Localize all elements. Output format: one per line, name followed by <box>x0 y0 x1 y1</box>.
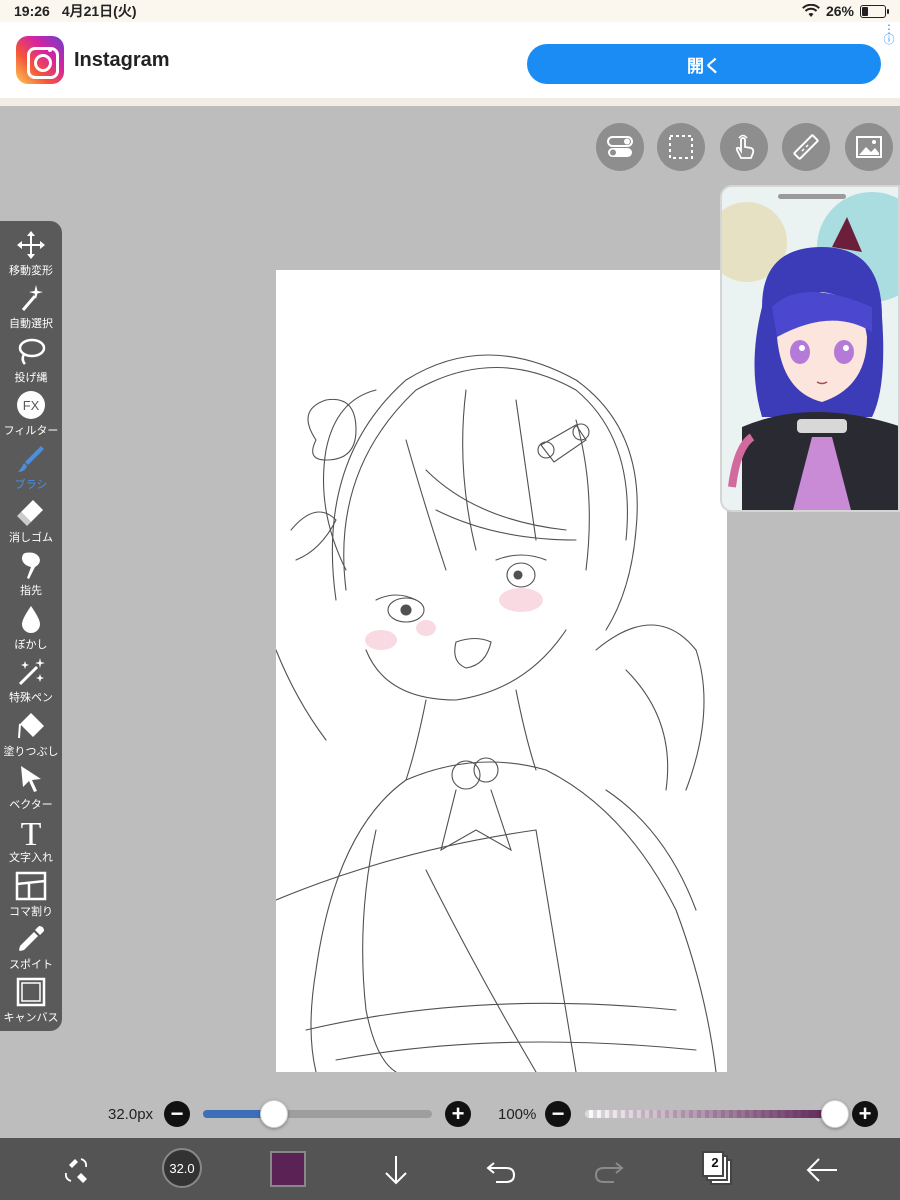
undo-icon <box>486 1162 516 1183</box>
instagram-logo-icon <box>16 36 64 84</box>
ad-banner[interactable]: Instagram 開く ⋮ ⓘ <box>0 22 900 106</box>
svg-text:FX: FX <box>23 398 40 413</box>
redo-icon <box>594 1162 624 1183</box>
selection-button[interactable] <box>657 123 705 171</box>
tool-label: ブラシ <box>14 478 48 491</box>
tool-label: ベクター <box>9 798 53 811</box>
arrow-down-icon <box>385 1156 407 1185</box>
sketch-artwork <box>276 354 717 1072</box>
reference-window[interactable] <box>720 185 900 512</box>
tool-auto-select[interactable]: 自動選択 <box>0 282 62 335</box>
tool-lasso[interactable]: 投げ縄 <box>0 336 62 389</box>
tool-filter[interactable]: FX フィルター <box>0 389 62 442</box>
tool-vector[interactable]: ベクター <box>0 763 62 816</box>
reference-character-image <box>722 187 898 510</box>
smudge-icon <box>22 552 40 580</box>
toggle-icon <box>607 136 633 157</box>
layer-count-label: 2 <box>711 1155 719 1170</box>
layers-button[interactable]: 2 <box>702 1151 732 1185</box>
magic-wand-icon <box>21 285 43 312</box>
tool-label: フィルター <box>3 425 59 438</box>
canvas-icon <box>16 978 46 1007</box>
opacity-value: 100% <box>498 1106 537 1123</box>
tool-blur[interactable]: ぼかし <box>0 603 62 656</box>
bucket-icon <box>18 712 44 738</box>
reference-button[interactable] <box>845 123 893 171</box>
redo-button[interactable] <box>589 1150 629 1190</box>
vector-arrow-icon <box>21 765 41 792</box>
tool-smudge[interactable]: 指先 <box>0 549 62 602</box>
tool-text[interactable]: T 文字入れ <box>0 816 62 869</box>
tool-label: コマ割り <box>9 905 53 918</box>
tool-label: 投げ縄 <box>14 371 48 384</box>
tool-frame-divider[interactable]: コマ割り <box>0 870 62 923</box>
brush-size-increase-button[interactable]: + <box>445 1101 471 1127</box>
drawing-canvas[interactable] <box>276 270 727 1072</box>
arrow-left-icon <box>806 1158 837 1182</box>
brush-icon <box>18 445 44 472</box>
swap-tool-button[interactable] <box>56 1150 96 1190</box>
opacity-slider-thumb[interactable] <box>821 1100 849 1128</box>
tool-brush[interactable]: ブラシ <box>0 443 62 496</box>
ad-app-name: Instagram <box>74 48 170 71</box>
current-color-swatch[interactable] <box>270 1151 306 1187</box>
brush-size-slider-thumb[interactable] <box>259 1100 288 1128</box>
ad-open-button[interactable]: 開く <box>527 44 881 84</box>
lasso-icon <box>18 338 46 365</box>
ad-info-icon[interactable]: ⋮ ⓘ <box>882 23 896 46</box>
ruler-icon <box>793 134 819 160</box>
filter-fx-icon: FX <box>17 391 45 420</box>
text-icon: T <box>21 816 42 848</box>
eraser-icon <box>17 499 43 526</box>
move-icon <box>17 231 45 259</box>
tool-fill[interactable]: 塗りつぶし <box>0 710 62 763</box>
tool-label: 消しゴム <box>9 531 53 544</box>
tool-label: ぼかし <box>14 638 48 651</box>
blur-drop-icon <box>22 605 40 633</box>
ruler-button[interactable] <box>782 123 830 171</box>
battery-icon <box>860 4 889 18</box>
brush-size-value: 32.0px <box>108 1106 154 1123</box>
reference-drag-handle[interactable] <box>778 194 846 199</box>
tool-sidebar: 移動変形 自動選択 投げ縄 FX フィルター ブラシ 消しゴム 指先 ぼかし 特… <box>0 221 62 1031</box>
frame-divider-icon <box>15 871 47 900</box>
tool-label: キャンバス <box>3 1012 59 1025</box>
layer-transfer-button[interactable] <box>376 1150 416 1190</box>
svg-text:T: T <box>21 816 42 848</box>
eyedropper-icon <box>19 926 44 952</box>
brush-size-slider[interactable] <box>203 1110 432 1118</box>
opacity-decrease-button[interactable]: − <box>545 1101 571 1127</box>
tool-label: 移動変形 <box>9 265 53 277</box>
battery-percent: 26% <box>825 3 854 19</box>
tool-label: 自動選択 <box>9 318 53 331</box>
tool-eraser[interactable]: 消しゴム <box>0 496 62 549</box>
tool-label: 文字入れ <box>9 852 53 865</box>
selection-icon <box>669 135 693 159</box>
brush-eraser-swap-icon <box>64 1158 88 1183</box>
opacity-slider[interactable] <box>585 1110 835 1118</box>
tool-label: 特殊ペン <box>9 692 53 705</box>
status-time: 19:26 <box>14 3 50 19</box>
opacity-increase-button[interactable]: + <box>852 1101 878 1127</box>
tool-move-transform[interactable]: 移動変形 <box>0 229 62 282</box>
tool-label: スポイト <box>9 959 53 972</box>
gesture-button[interactable] <box>720 123 768 171</box>
status-bar: 19:26 4月21日(火) 26% <box>0 0 900 22</box>
brush-preview-button[interactable]: 32.0 <box>162 1148 202 1188</box>
tool-label: 指先 <box>20 585 42 598</box>
gesture-hand-icon <box>735 134 755 159</box>
toggle-button[interactable] <box>596 123 644 171</box>
tool-canvas[interactable]: キャンバス <box>0 976 62 1029</box>
brush-size-decrease-button[interactable]: − <box>164 1101 190 1127</box>
reference-image-icon <box>856 136 882 158</box>
special-pen-icon <box>18 658 45 686</box>
status-date: 4月21日(火) <box>61 3 137 19</box>
back-button[interactable] <box>802 1150 842 1190</box>
wifi-icon <box>802 4 820 17</box>
bottom-toolbar: 32.0 2 <box>0 1138 900 1200</box>
tool-eyedropper[interactable]: スポイト <box>0 923 62 976</box>
tool-label: 塗りつぶし <box>3 745 59 758</box>
tool-special-pen[interactable]: 特殊ペン <box>0 656 62 709</box>
undo-button[interactable] <box>481 1150 521 1190</box>
